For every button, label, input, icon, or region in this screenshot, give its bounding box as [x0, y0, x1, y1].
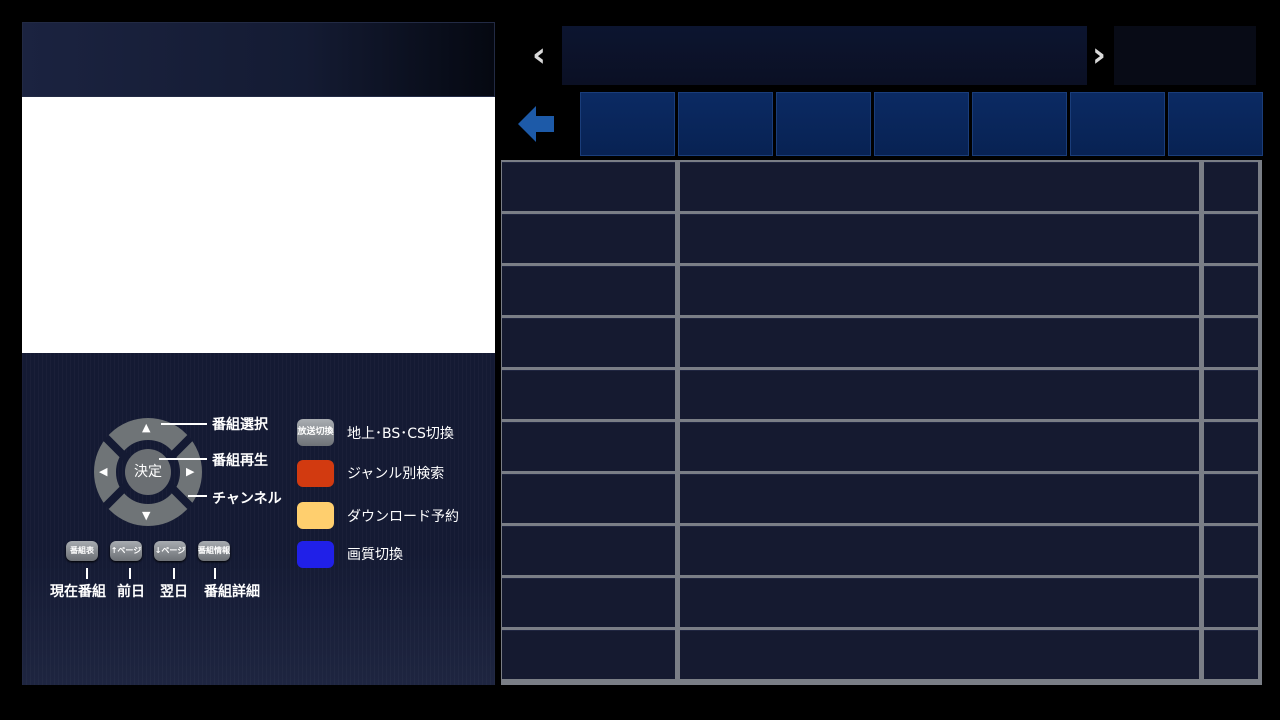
tick: [86, 568, 88, 579]
back-arrow-icon[interactable]: [518, 104, 556, 144]
time-cell: [502, 162, 675, 211]
callout-line: [188, 495, 207, 497]
chevron-right-icon[interactable]: ›: [1092, 38, 1106, 72]
channel-tab[interactable]: [972, 92, 1067, 156]
channel-tab[interactable]: [678, 92, 773, 156]
time-cell: [502, 214, 675, 263]
time-cell: [502, 474, 675, 523]
time-cell: [502, 422, 675, 471]
status-cell: [1204, 214, 1258, 263]
program-row[interactable]: [501, 630, 1262, 679]
status-cell: [1204, 630, 1258, 679]
program-row[interactable]: [501, 578, 1262, 627]
callout-line: [161, 423, 207, 425]
callout-channel: チャンネル: [212, 491, 282, 507]
blue-button[interactable]: [297, 541, 334, 568]
time-cell: [502, 526, 675, 575]
time-cell: [502, 266, 675, 315]
chevron-left-icon[interactable]: ‹: [532, 38, 546, 72]
date-header: [562, 26, 1087, 85]
channel-tab[interactable]: [1168, 92, 1263, 156]
yellow-button[interactable]: [297, 502, 334, 529]
dpad[interactable]: ▲ ▼ ◀ ▶ 決定: [94, 418, 202, 526]
program-list: [501, 160, 1262, 685]
page-up-button[interactable]: ↑ページ: [110, 541, 142, 561]
channel-tab[interactable]: [1070, 92, 1165, 156]
program-row[interactable]: [501, 422, 1262, 471]
status-cell: [1204, 578, 1258, 627]
status-cell: [1204, 162, 1258, 211]
label-download-reservation: ダウンロード予約: [347, 509, 459, 525]
epg-button[interactable]: 番組表: [66, 541, 98, 561]
channel-tab[interactable]: [580, 92, 675, 156]
title-cell: [680, 214, 1199, 263]
program-row[interactable]: [501, 318, 1262, 367]
time-cell: [502, 630, 675, 679]
title-cell: [680, 370, 1199, 419]
title-cell: [680, 318, 1199, 367]
tick: [214, 568, 216, 579]
tick: [173, 568, 175, 579]
program-row[interactable]: [501, 214, 1262, 263]
title-cell: [680, 162, 1199, 211]
title-cell: [680, 578, 1199, 627]
label-current-program: 現在番組: [50, 584, 106, 600]
channel-tabs: [580, 92, 1263, 156]
label-next-day: 翌日: [160, 584, 188, 600]
label-quality-switch: 画質切換: [347, 547, 403, 563]
red-button[interactable]: [297, 460, 334, 487]
video-preview: [22, 97, 495, 353]
program-row[interactable]: [501, 162, 1262, 211]
program-row[interactable]: [501, 526, 1262, 575]
channel-tab[interactable]: [874, 92, 969, 156]
callout-play-program: 番組再生: [212, 453, 268, 469]
label-previous-day: 前日: [117, 584, 145, 600]
callout-line: [159, 458, 207, 460]
right-arrow-icon[interactable]: ▶: [186, 466, 194, 477]
page-down-button[interactable]: ↓ページ: [154, 541, 186, 561]
enter-button[interactable]: 決定: [125, 449, 171, 495]
channel-tab[interactable]: [776, 92, 871, 156]
header-right-panel: [1114, 26, 1256, 85]
program-row[interactable]: [501, 474, 1262, 523]
program-row[interactable]: [501, 370, 1262, 419]
remote-guide: ▲ ▼ ◀ ▶ 決定 番組選択 番組再生 チャンネル 番組表 ↑ページ ↓ページ…: [22, 353, 495, 685]
program-row[interactable]: [501, 266, 1262, 315]
up-arrow-icon[interactable]: ▲: [142, 422, 150, 433]
status-cell: [1204, 370, 1258, 419]
label-genre-search: ジャンル別検索: [347, 466, 445, 482]
label-program-details: 番組詳細: [204, 584, 260, 600]
status-cell: [1204, 266, 1258, 315]
callout-select-program: 番組選択: [212, 417, 268, 433]
title-cell: [680, 266, 1199, 315]
label-broadcast-switch: 地上･BS･CS切換: [347, 426, 454, 442]
time-cell: [502, 318, 675, 367]
tick: [129, 568, 131, 579]
title-cell: [680, 422, 1199, 471]
broadcast-switch-button[interactable]: 放送切換: [297, 419, 334, 446]
left-arrow-icon[interactable]: ◀: [99, 466, 107, 477]
time-cell: [502, 578, 675, 627]
status-cell: [1204, 474, 1258, 523]
left-header-bar: [22, 22, 495, 97]
down-arrow-icon[interactable]: ▼: [142, 510, 150, 521]
status-cell: [1204, 318, 1258, 367]
title-cell: [680, 630, 1199, 679]
status-cell: [1204, 526, 1258, 575]
time-cell: [502, 370, 675, 419]
title-cell: [680, 474, 1199, 523]
title-cell: [680, 526, 1199, 575]
program-info-button[interactable]: 番組情報: [198, 541, 230, 561]
status-cell: [1204, 422, 1258, 471]
